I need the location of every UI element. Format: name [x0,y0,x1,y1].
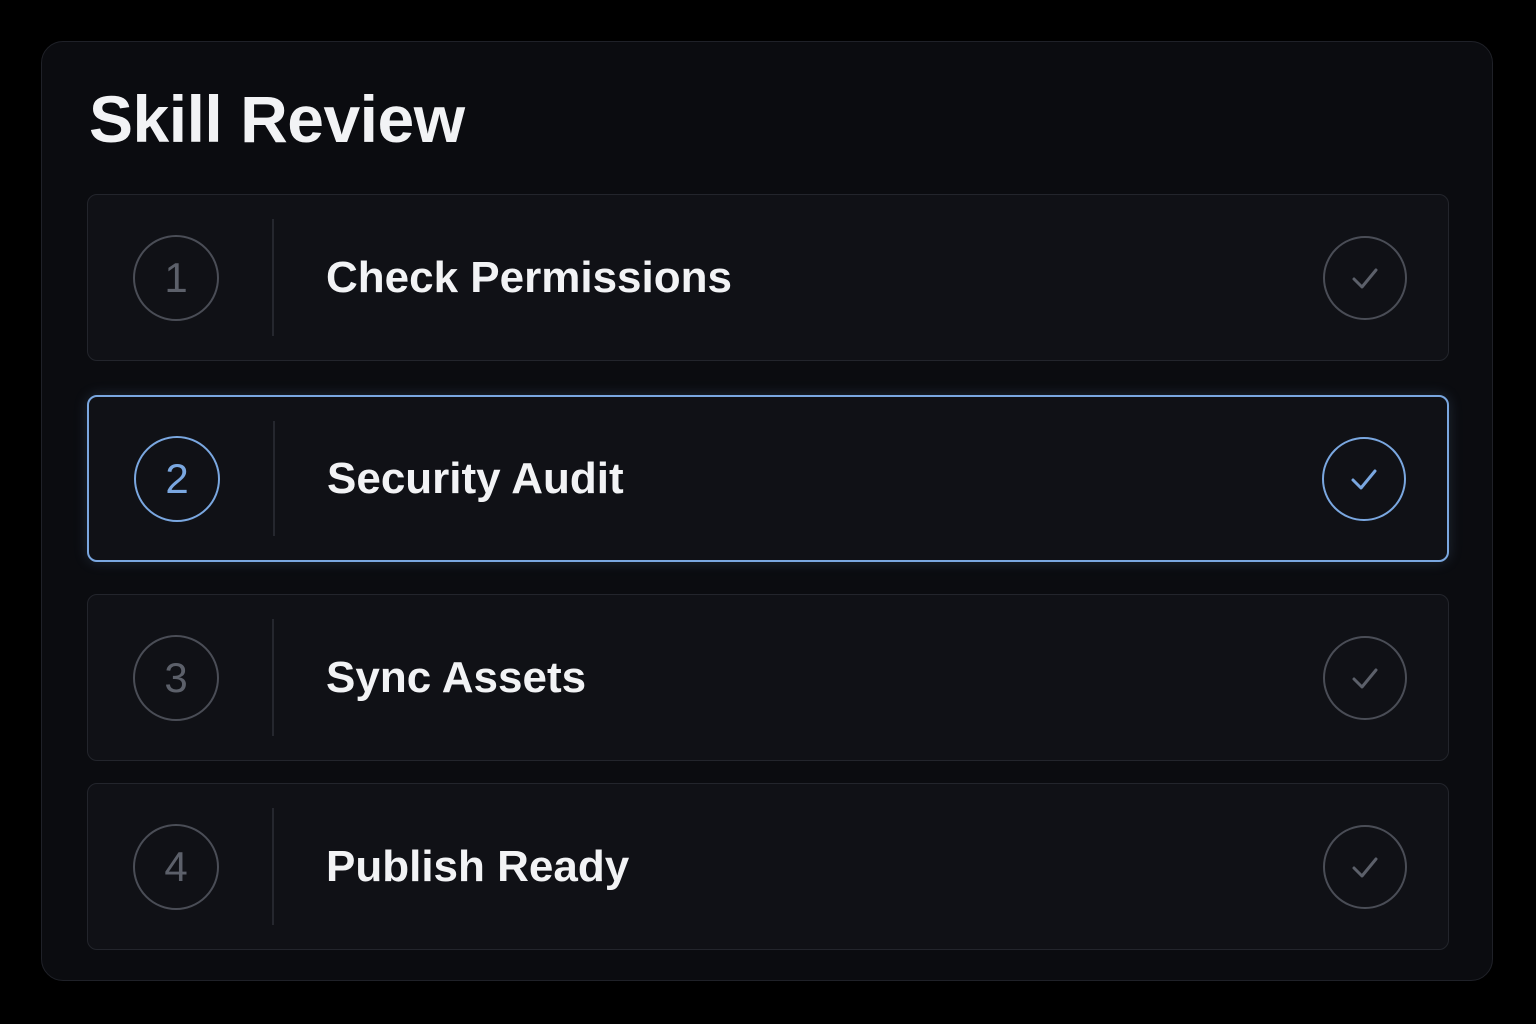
step-divider [273,421,275,536]
step-number-badge: 2 [134,435,220,522]
step-divider [272,808,274,925]
check-icon[interactable] [1323,824,1407,909]
step-security-audit[interactable]: 2 Security Audit [87,395,1449,562]
step-publish-ready[interactable]: 4 Publish Ready [87,783,1449,950]
step-label: Sync Assets [326,652,587,702]
step-label: Publish Ready [326,841,630,891]
step-divider [272,219,274,336]
check-icon[interactable] [1323,235,1407,320]
step-number-badge: 1 [133,234,219,321]
step-sync-assets[interactable]: 3 Sync Assets [87,594,1449,761]
skill-review-panel: Skill Review 1 Check Permissions 2 Secur… [41,41,1493,981]
step-divider [272,619,274,736]
step-check-permissions[interactable]: 1 Check Permissions [87,194,1449,361]
page-title: Skill Review [89,82,465,156]
step-label: Check Permissions [326,252,732,302]
check-icon[interactable] [1323,635,1407,720]
step-number-badge: 3 [133,634,219,721]
step-label: Security Audit [327,453,624,503]
step-number-badge: 4 [133,823,219,910]
check-icon[interactable] [1322,436,1406,521]
